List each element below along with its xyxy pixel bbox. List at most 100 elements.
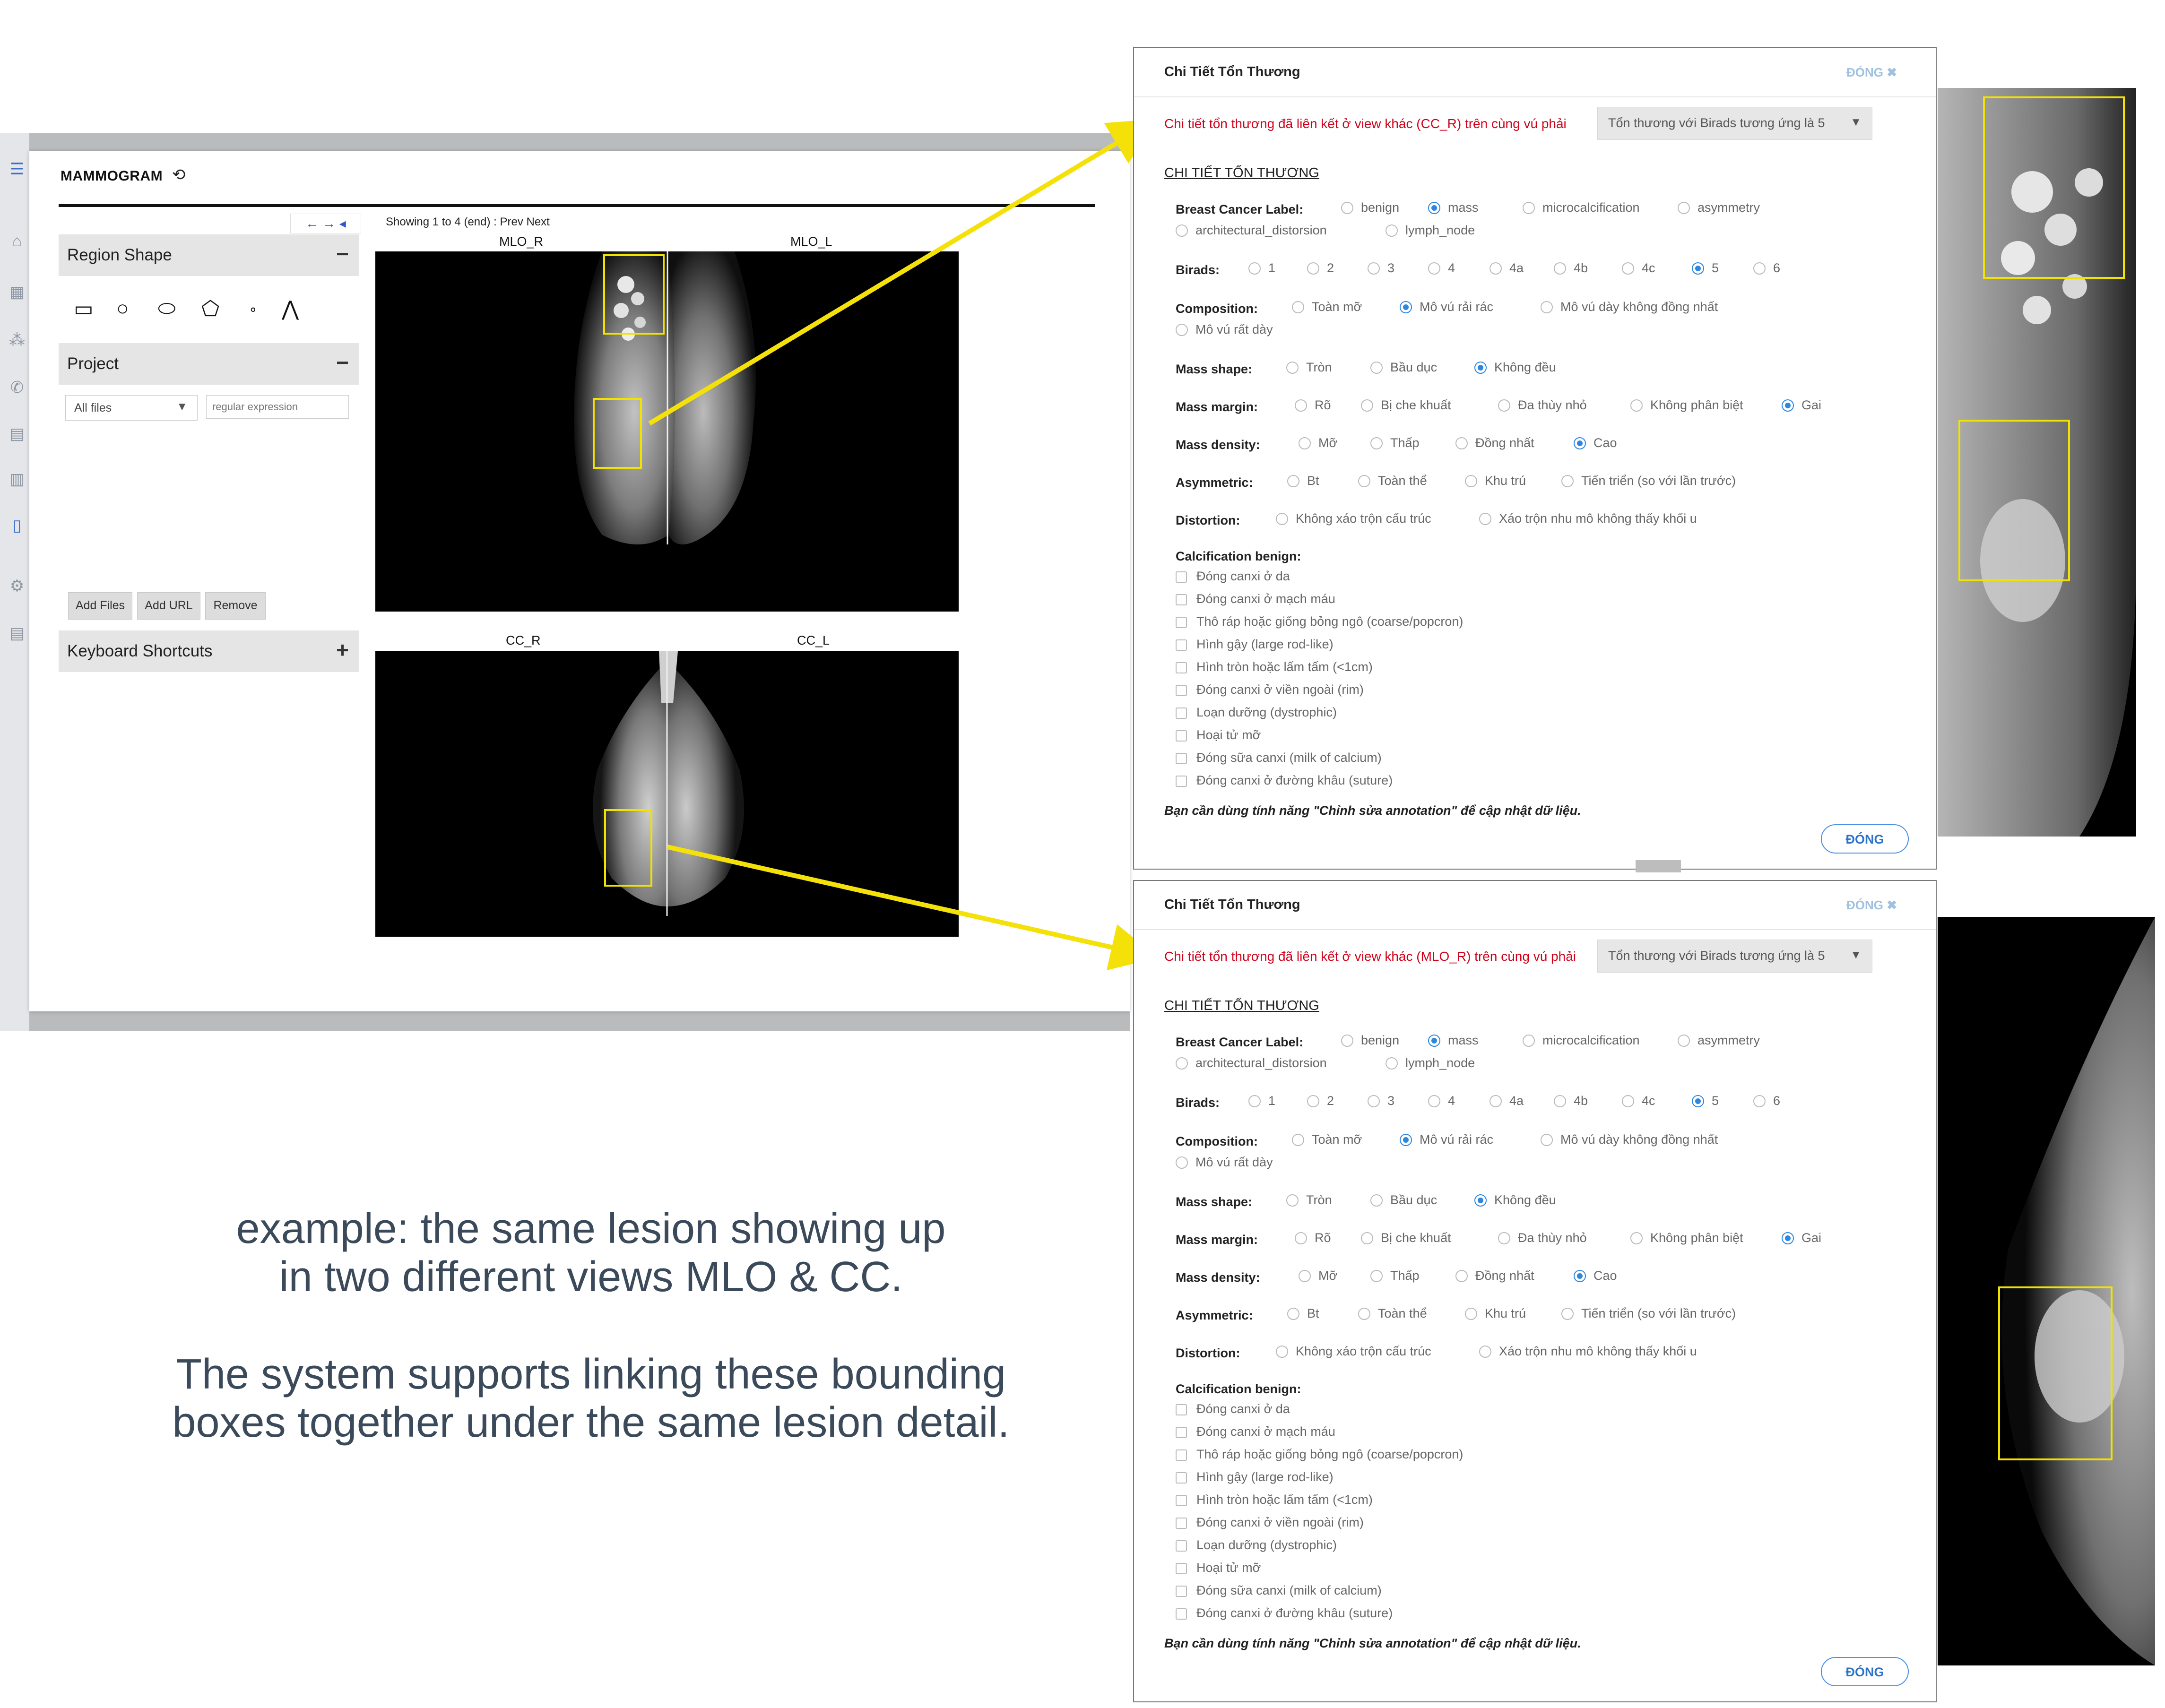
radio-birads-option[interactable]: 3 <box>1368 261 1394 276</box>
radio-birads-option[interactable]: 4 <box>1428 261 1455 276</box>
radio-asymmetric-option[interactable]: Toàn thể <box>1358 474 1427 488</box>
radio-label-option[interactable]: microcalcification <box>1523 200 1640 215</box>
calcification-checkbox-option[interactable]: Đóng canxi ở viền ngoài (rim) <box>1176 682 1364 697</box>
radio-button[interactable] <box>1782 399 1794 412</box>
radio-distortion-option[interactable]: Không xáo trộn cấu trúc <box>1276 511 1431 526</box>
calcification-checkbox-option[interactable]: Đóng sữa canxi (milk of calcium) <box>1176 1583 1382 1598</box>
radio-button[interactable] <box>1276 513 1288 525</box>
close-dialog-link[interactable]: ĐÓNG ✖ <box>1846 65 1897 80</box>
radio-button[interactable] <box>1474 1194 1487 1207</box>
radio-button[interactable] <box>1370 1194 1383 1207</box>
radio-mass_density-option[interactable]: Thấp <box>1370 1268 1420 1283</box>
radio-birads-option[interactable]: 2 <box>1307 1094 1334 1108</box>
radio-button[interactable] <box>1386 1057 1398 1070</box>
checkbox[interactable] <box>1176 1495 1187 1506</box>
radio-composition-option[interactable]: Mô vú rất dày <box>1176 1155 1273 1170</box>
radio-button[interactable] <box>1386 224 1398 237</box>
radio-birads-option[interactable]: 4 <box>1428 1094 1455 1108</box>
radio-button[interactable] <box>1479 513 1491 525</box>
radio-button[interactable] <box>1295 399 1307 412</box>
radio-composition-option[interactable]: Mô vú rất dày <box>1176 322 1273 337</box>
radio-button[interactable] <box>1753 262 1766 275</box>
calcification-checkbox-option[interactable]: Đóng canxi ở da <box>1176 569 1290 584</box>
radio-button[interactable] <box>1248 1095 1261 1107</box>
radio-mass_density-option[interactable]: Thấp <box>1370 436 1420 450</box>
checkbox[interactable] <box>1176 1472 1187 1484</box>
radio-button[interactable] <box>1465 1308 1477 1320</box>
radio-button[interactable] <box>1370 362 1383 374</box>
checkbox[interactable] <box>1176 685 1187 696</box>
radio-birads-option[interactable]: 5 <box>1692 1094 1719 1108</box>
radio-button[interactable] <box>1692 262 1704 275</box>
checkbox[interactable] <box>1176 639 1187 651</box>
radio-button[interactable] <box>1490 1095 1502 1107</box>
radio-button[interactable] <box>1428 1095 1440 1107</box>
radio-button[interactable] <box>1292 1134 1304 1146</box>
radio-button[interactable] <box>1541 301 1553 313</box>
checkbox[interactable] <box>1176 776 1187 787</box>
radio-composition-option[interactable]: Mô vú rải rác <box>1400 1132 1493 1147</box>
radio-button[interactable] <box>1307 1095 1319 1107</box>
radio-asymmetric-option[interactable]: Tiến triển (so với lần trước) <box>1561 1306 1736 1321</box>
radio-button[interactable] <box>1498 399 1510 412</box>
radio-button[interactable] <box>1523 1035 1535 1047</box>
radio-button[interactable] <box>1368 1095 1380 1107</box>
calcification-checkbox-option[interactable]: Đóng canxi ở da <box>1176 1402 1290 1416</box>
scrollbar-handle[interactable] <box>1636 860 1681 872</box>
radio-button[interactable] <box>1400 1134 1412 1146</box>
linked-lesion-select[interactable]: Tổn thương với Birads tương ứng là 5 ▼ <box>1597 107 1872 140</box>
radio-mass_margin-option[interactable]: Bị che khuất <box>1361 1231 1451 1245</box>
checkbox[interactable] <box>1176 1540 1187 1552</box>
checkbox[interactable] <box>1176 1563 1187 1574</box>
radio-button[interactable] <box>1287 475 1299 487</box>
radio-mass_margin-option[interactable]: Rõ <box>1295 1231 1331 1245</box>
radio-mass_margin-option[interactable]: Không phân biệt <box>1630 398 1743 413</box>
checkbox[interactable] <box>1176 1404 1187 1415</box>
radio-button[interactable] <box>1176 324 1188 336</box>
radio-button[interactable] <box>1490 262 1502 275</box>
radio-button[interactable] <box>1574 1270 1586 1282</box>
radio-mass_shape-option[interactable]: Không đều <box>1474 1193 1556 1208</box>
radio-button[interactable] <box>1498 1232 1510 1244</box>
radio-button[interactable] <box>1630 1232 1643 1244</box>
radio-birads-option[interactable]: 4a <box>1490 1094 1524 1108</box>
radio-button[interactable] <box>1692 1095 1704 1107</box>
checkbox[interactable] <box>1176 1427 1187 1438</box>
linked-lesion-select[interactable]: Tổn thương với Birads tương ứng là 5 ▼ <box>1597 940 1872 973</box>
radio-composition-option[interactable]: Toàn mỡ <box>1292 300 1362 314</box>
checkbox[interactable] <box>1176 617 1187 628</box>
radio-label-option[interactable]: benign <box>1341 1033 1399 1048</box>
radio-asymmetric-option[interactable]: Khu trú <box>1465 1306 1526 1321</box>
radio-label-option[interactable]: architectural_distorsion <box>1176 1056 1327 1070</box>
radio-label-option[interactable]: benign <box>1341 200 1399 215</box>
radio-button[interactable] <box>1574 437 1586 449</box>
radio-mass_margin-option[interactable]: Rõ <box>1295 398 1331 413</box>
radio-button[interactable] <box>1295 1232 1307 1244</box>
radio-button[interactable] <box>1341 202 1353 214</box>
checkbox[interactable] <box>1176 753 1187 764</box>
radio-button[interactable] <box>1400 301 1412 313</box>
radio-button[interactable] <box>1286 1194 1299 1207</box>
radio-mass_margin-option[interactable]: Bị che khuất <box>1361 398 1451 413</box>
radio-button[interactable] <box>1361 399 1373 412</box>
radio-button[interactable] <box>1428 202 1440 214</box>
radio-button[interactable] <box>1370 437 1383 449</box>
calcification-checkbox-option[interactable]: Đóng canxi ở đường khâu (suture) <box>1176 1606 1393 1621</box>
calcification-checkbox-option[interactable]: Hoại tử mỡ <box>1176 728 1261 742</box>
radio-button[interactable] <box>1361 1232 1373 1244</box>
radio-button[interactable] <box>1248 262 1261 275</box>
calcification-checkbox-option[interactable]: Hình tròn hoặc lấm tấm (<1cm) <box>1176 660 1373 674</box>
checkbox[interactable] <box>1176 1449 1187 1461</box>
radio-birads-option[interactable]: 1 <box>1248 1094 1275 1108</box>
radio-mass_density-option[interactable]: Cao <box>1574 1268 1617 1283</box>
close-dialog-button[interactable]: ĐÓNG <box>1821 1657 1909 1686</box>
radio-distortion-option[interactable]: Xáo trộn nhu mô không thấy khối u <box>1479 1344 1697 1359</box>
radio-button[interactable] <box>1176 1057 1188 1070</box>
radio-button[interactable] <box>1358 1308 1370 1320</box>
radio-label-option[interactable]: architectural_distorsion <box>1176 223 1327 238</box>
checkbox[interactable] <box>1176 571 1187 583</box>
radio-birads-option[interactable]: 5 <box>1692 261 1719 276</box>
radio-button[interactable] <box>1428 262 1440 275</box>
radio-button[interactable] <box>1341 1035 1353 1047</box>
checkbox[interactable] <box>1176 1518 1187 1529</box>
